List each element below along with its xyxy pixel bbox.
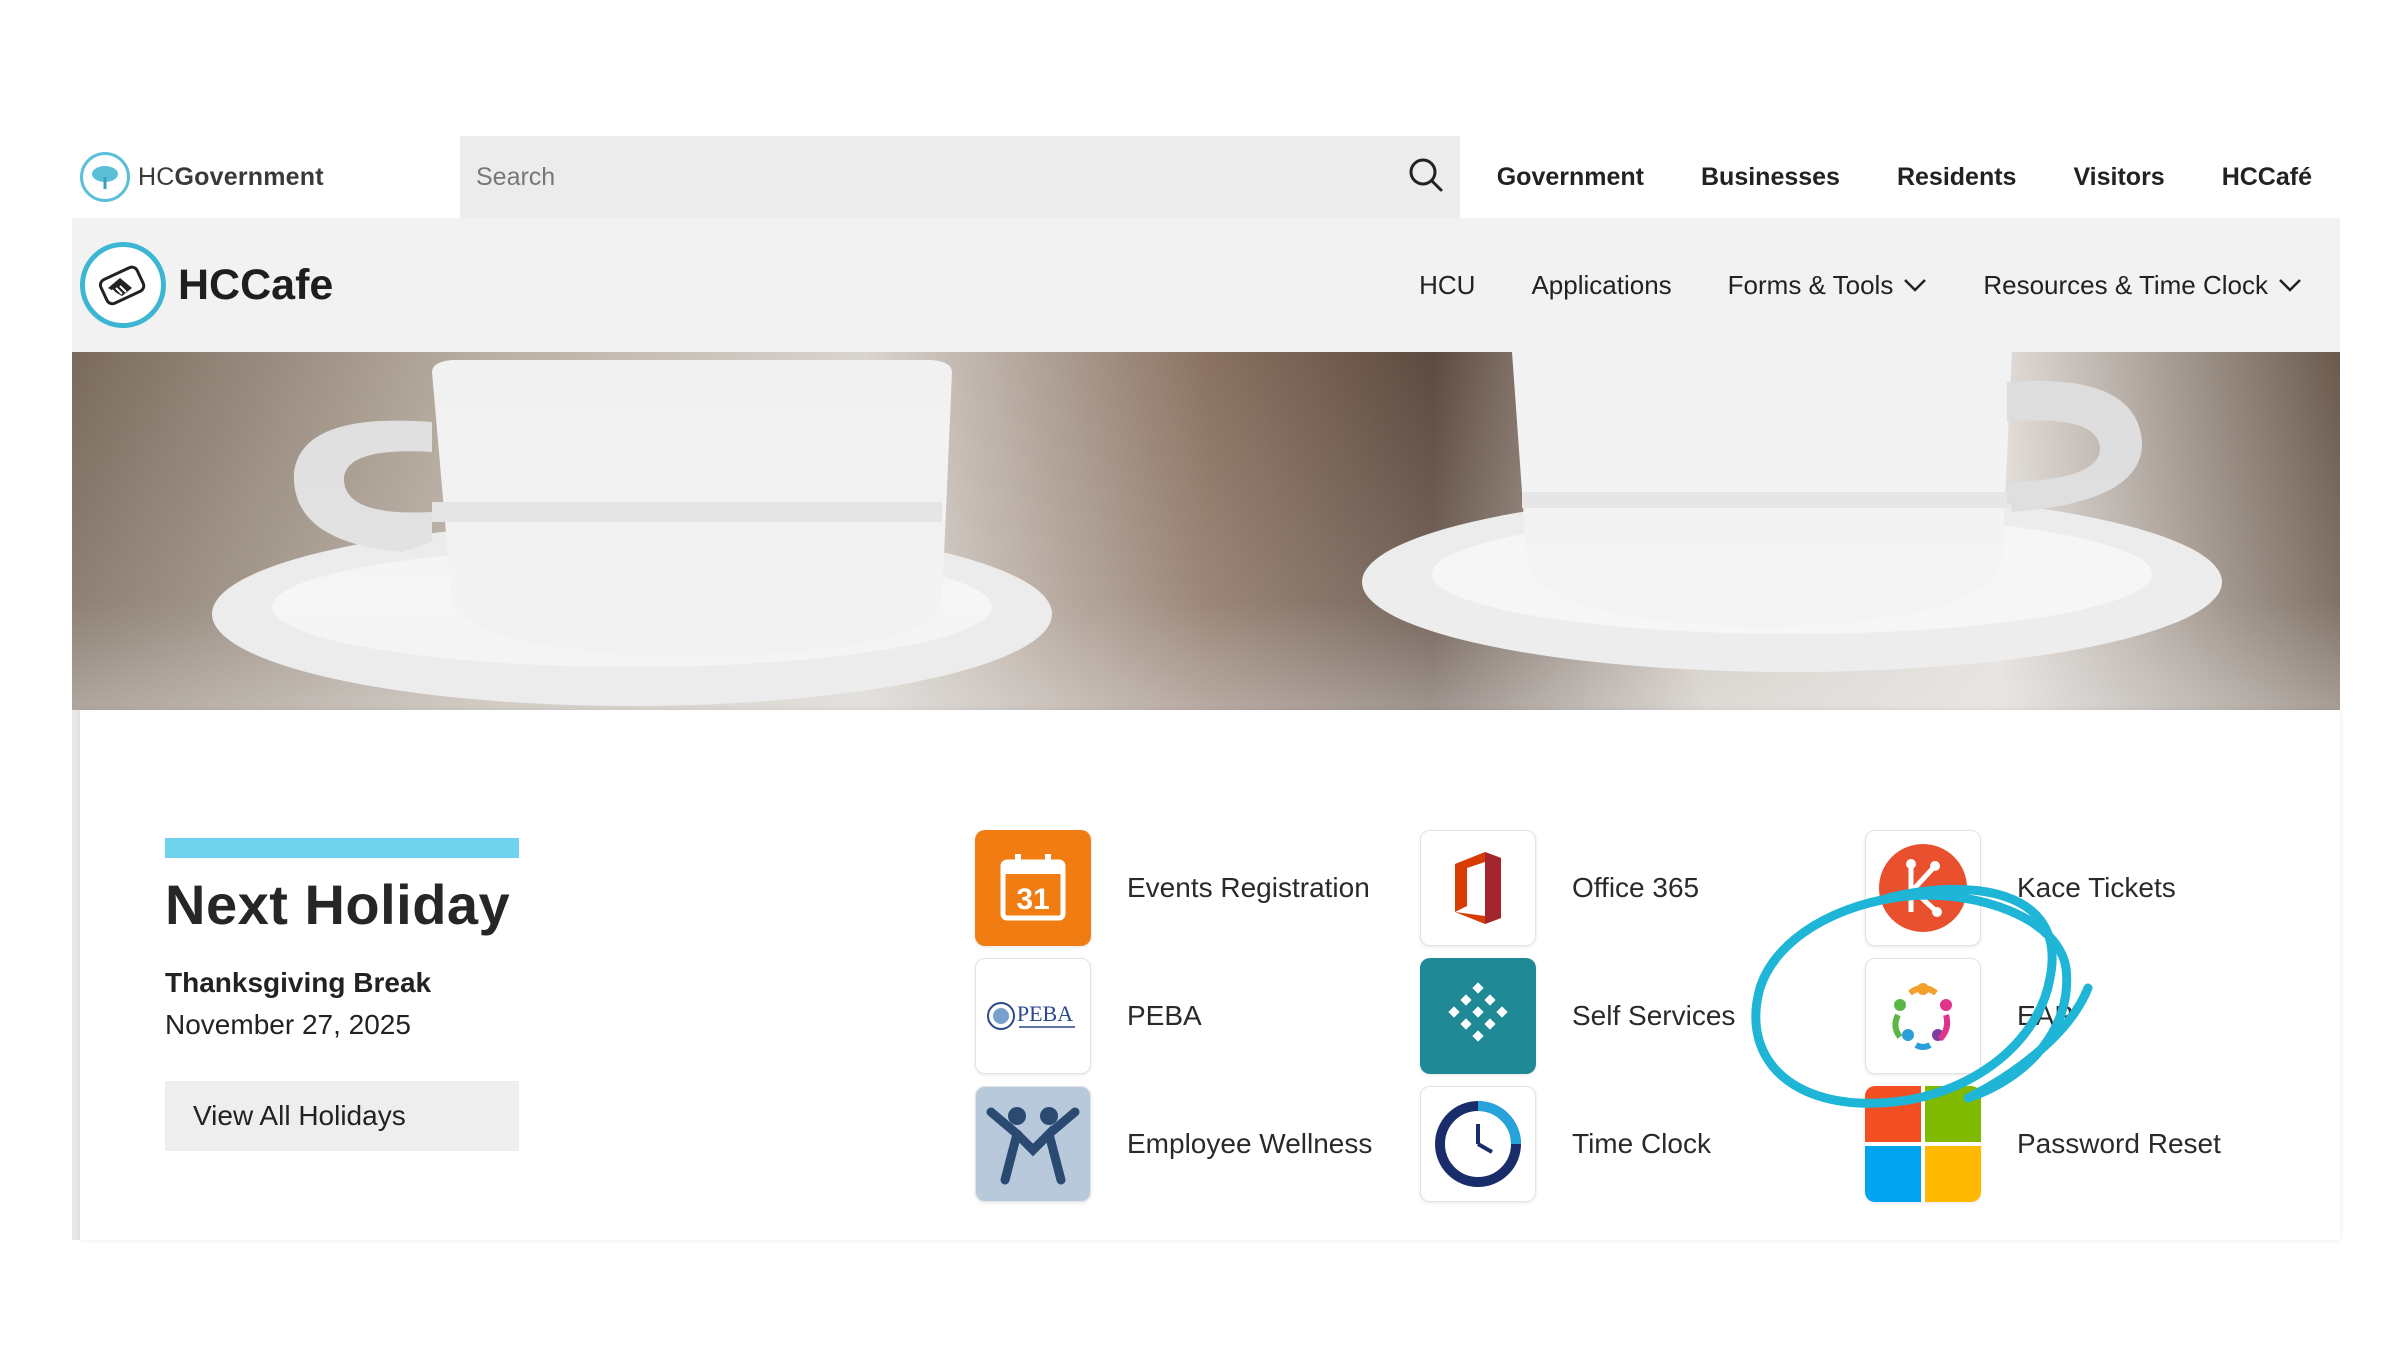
tile-label: Events Registration — [1127, 872, 1370, 903]
office-365-icon — [1420, 830, 1536, 946]
tile-peba[interactable]: PEBA PEBA — [975, 958, 1202, 1074]
global-top-bar: HCGovernment Government Businesses Resid… — [72, 136, 2340, 218]
tile-password-reset[interactable]: Password Reset — [1865, 1086, 2221, 1202]
tile-label: Password Reset — [2017, 1128, 2221, 1159]
tile-kace-tickets[interactable]: Kace Tickets — [1865, 830, 2176, 946]
tile-label: Kace Tickets — [2017, 872, 2176, 903]
wellness-icon — [975, 1086, 1091, 1202]
view-all-holidays-button[interactable]: View All Holidays — [165, 1081, 519, 1151]
tile-label: EAP — [2017, 1000, 2074, 1031]
kace-icon — [1865, 830, 1981, 946]
peba-logo-text: PEBA — [1017, 1001, 1073, 1026]
tile-label: Self Services — [1572, 1000, 1736, 1031]
hero-image — [72, 352, 2340, 710]
nav-forms-tools[interactable]: Forms & Tools — [1728, 270, 1928, 301]
calendar-day-number: 31 — [1016, 883, 1049, 916]
tree-icon — [80, 152, 130, 202]
calendar-icon: 31 — [975, 830, 1091, 946]
peba-logo-icon: PEBA — [975, 958, 1091, 1074]
tile-label: Office 365 — [1572, 872, 1700, 903]
eap-icon — [1865, 958, 1981, 1074]
holiday-date: November 27, 2025 — [165, 1009, 411, 1040]
nav-resources-time-clock[interactable]: Resources & Time Clock — [1983, 270, 2302, 301]
top-nav-hccafe[interactable]: HCCafé — [2222, 163, 2312, 192]
government-logo-text: HCGovernment — [138, 162, 324, 191]
tile-label: Employee Wellness — [1127, 1128, 1373, 1159]
chevron-down-icon — [1904, 279, 1927, 292]
site-title: HCCafe — [178, 260, 334, 309]
top-nav-businesses[interactable]: Businesses — [1701, 163, 1840, 192]
hccafe-logo[interactable]: HCCafe — [80, 242, 333, 328]
search-input[interactable] — [474, 161, 1406, 193]
next-holiday-heading: Next Holiday — [165, 873, 511, 936]
tile-label: PEBA — [1127, 1000, 1202, 1031]
search-bar — [460, 136, 1460, 218]
next-holiday-section: Next Holiday Thanksgiving Break November… — [165, 838, 519, 1151]
tile-label: Time Clock — [1572, 1128, 1711, 1159]
hc-government-logo[interactable]: HCGovernment — [72, 136, 460, 218]
nav-applications[interactable]: Applications — [1531, 270, 1671, 301]
search-icon[interactable] — [1406, 155, 1446, 200]
tile-employee-wellness[interactable]: Employee Wellness — [975, 1086, 1372, 1202]
tile-self-services[interactable]: Self Services — [1420, 958, 1735, 1074]
main-nav: HCU Applications Forms & Tools Resources… — [1419, 270, 2302, 301]
site-header: HCCafe HCU Applications Forms & Tools Re… — [72, 218, 2340, 352]
tile-events-registration[interactable]: 31 Events Registration — [975, 830, 1370, 946]
tile-office-365[interactable]: Office 365 — [1420, 830, 1699, 946]
chevron-down-icon — [2279, 279, 2301, 292]
content-card: Next Holiday Thanksgiving Break November… — [80, 710, 2340, 1240]
handshake-icon — [80, 242, 166, 328]
card-edge — [72, 710, 80, 1240]
nav-hcu[interactable]: HCU — [1419, 270, 1475, 301]
tile-eap[interactable]: EAP — [1865, 958, 2073, 1074]
top-nav: Government Businesses Residents Visitors… — [1460, 136, 2340, 218]
top-nav-residents[interactable]: Residents — [1897, 163, 2016, 192]
self-services-icon — [1420, 958, 1536, 1074]
tile-time-clock[interactable]: Time Clock — [1420, 1086, 1711, 1202]
time-clock-icon — [1420, 1086, 1536, 1202]
top-nav-government[interactable]: Government — [1497, 163, 1644, 192]
holiday-name: Thanksgiving Break — [165, 967, 432, 998]
accent-bar — [165, 838, 519, 858]
windows-icon — [1865, 1086, 1981, 1202]
top-nav-visitors[interactable]: Visitors — [2073, 163, 2164, 192]
